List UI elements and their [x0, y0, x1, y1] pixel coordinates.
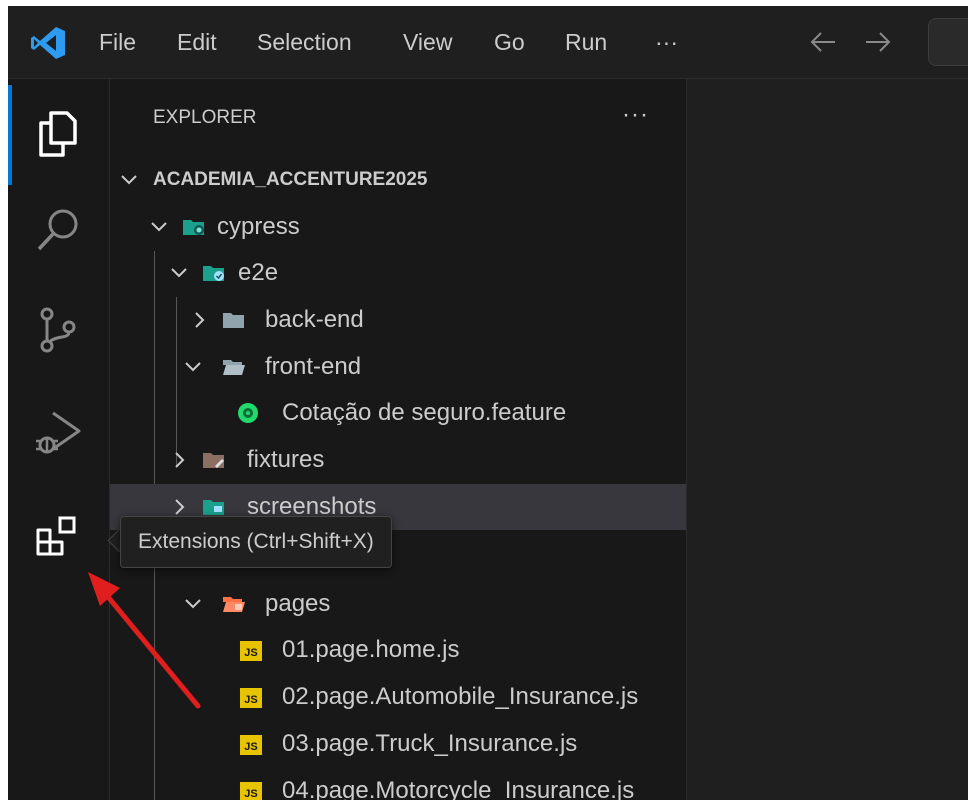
chevron-right-icon [175, 499, 185, 515]
editor-area [687, 79, 968, 800]
tree-item-label: Cotação de seguro.feature [282, 399, 567, 426]
js-file-icon: JS [240, 782, 262, 800]
tree-item-label: fixtures [247, 446, 325, 473]
explorer-title: EXPLORER [153, 107, 257, 128]
source-control-icon[interactable] [33, 305, 83, 355]
vscode-logo-icon [31, 27, 65, 59]
tree-item-label: 03.page.Truck_Insurance.js [282, 730, 578, 757]
tree-item-label: front-end [265, 353, 362, 380]
folder-icon [223, 313, 244, 328]
back-arrow-icon[interactable] [808, 28, 838, 56]
chevron-right-icon [195, 312, 205, 328]
folder-open-icon [223, 360, 245, 375]
folder-screenshots-icon [203, 500, 224, 515]
tree-item-fixtures[interactable]: fixtures [110, 437, 686, 483]
tree-item-label: back-end [265, 306, 364, 333]
extensions-tooltip: Extensions (Ctrl+Shift+X) [120, 516, 392, 568]
tree-item-back-end[interactable]: back-end [110, 297, 686, 343]
menu-selection[interactable]: Selection [257, 6, 352, 78]
run-debug-icon[interactable] [33, 407, 83, 457]
chevron-down-icon [185, 362, 201, 372]
active-indicator [8, 85, 12, 185]
search-icon[interactable] [33, 205, 83, 255]
tree-item-cypress[interactable]: cypress [110, 204, 686, 250]
chevron-down-icon [171, 268, 187, 278]
js-file-icon: JS [240, 688, 262, 708]
menu-view[interactable]: View [403, 6, 452, 78]
tree-item-front-end[interactable]: front-end [110, 344, 686, 390]
folder-fixtures-icon [203, 453, 224, 468]
tree-item-label: 04.page.Motorcycle_Insurance.js [282, 777, 635, 800]
tree-item-label: cypress [217, 213, 300, 240]
extensions-icon[interactable] [33, 513, 83, 563]
screenshot-frame-left [0, 0, 8, 800]
chevron-down-icon [121, 175, 137, 185]
tree-item-feature-file[interactable]: Cotação de seguro.feature [110, 390, 686, 436]
tree-root-row[interactable]: ACADEMIA_ACCENTURE2025 [110, 157, 686, 203]
title-bar: File Edit Selection View Go Run ··· [8, 6, 968, 79]
annotation-arrow-icon [88, 572, 201, 709]
menu-more[interactable]: ··· [655, 6, 678, 78]
menu-edit[interactable]: Edit [177, 6, 217, 78]
menu-go[interactable]: Go [494, 6, 525, 78]
js-file-icon: JS [240, 641, 262, 661]
folder-e2e-icon [203, 266, 224, 281]
chevron-right-icon [175, 452, 185, 468]
tree-item-label: pages [265, 590, 331, 617]
explorer-icon[interactable] [33, 109, 83, 159]
folder-cypress-icon [183, 220, 204, 235]
menu-run[interactable]: Run [565, 6, 607, 78]
command-center[interactable] [928, 18, 968, 66]
tree-item-js-file[interactable]: JS 03.page.Truck_Insurance.js [110, 721, 686, 767]
menu-file[interactable]: File [99, 6, 136, 78]
folder-pages-icon [223, 597, 245, 612]
chevron-down-icon [151, 222, 167, 232]
tree-root-label: ACADEMIA_ACCENTURE2025 [153, 169, 428, 190]
forward-arrow-icon[interactable] [863, 28, 893, 56]
cucumber-icon [238, 403, 258, 423]
tree-item-label: 01.page.home.js [282, 636, 460, 663]
tree-item-label: 02.page.Automobile_Insurance.js [282, 683, 639, 710]
tree-item-label: e2e [238, 259, 279, 286]
tree-item-e2e[interactable]: e2e [110, 250, 686, 296]
tree-item-js-file[interactable]: JS 04.page.Motorcycle_Insurance.js [110, 768, 686, 800]
explorer-more-button[interactable]: ··· [622, 101, 649, 129]
js-file-icon: JS [240, 735, 262, 755]
